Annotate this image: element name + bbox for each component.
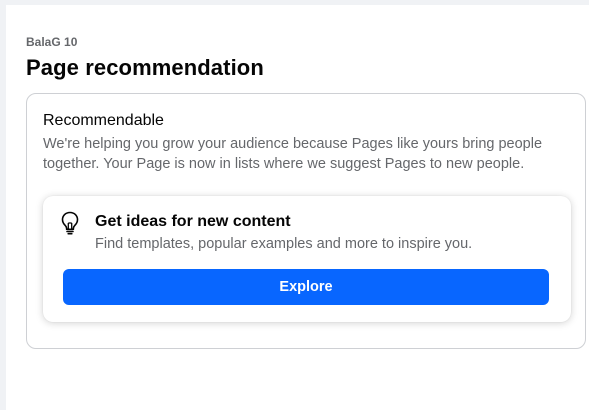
explore-button[interactable]: Explore — [63, 269, 549, 305]
card-description: We're helping you grow your audience bec… — [43, 136, 543, 172]
lightbulb-icon — [61, 211, 79, 235]
recommendable-card: Recommendable We're helping you grow you… — [26, 93, 586, 349]
page-title: Page recommendation — [26, 55, 264, 80]
ideas-title: Get ideas for new content — [95, 213, 291, 230]
page-container: BalaG 10 Page recommendation Recommendab… — [6, 5, 589, 410]
card-title: Recommendable — [43, 112, 164, 129]
ideas-description: Find templates, popular examples and mor… — [95, 236, 473, 252]
content-ideas-card: Get ideas for new content Find templates… — [43, 196, 571, 322]
breadcrumb[interactable]: BalaG 10 — [26, 35, 77, 49]
